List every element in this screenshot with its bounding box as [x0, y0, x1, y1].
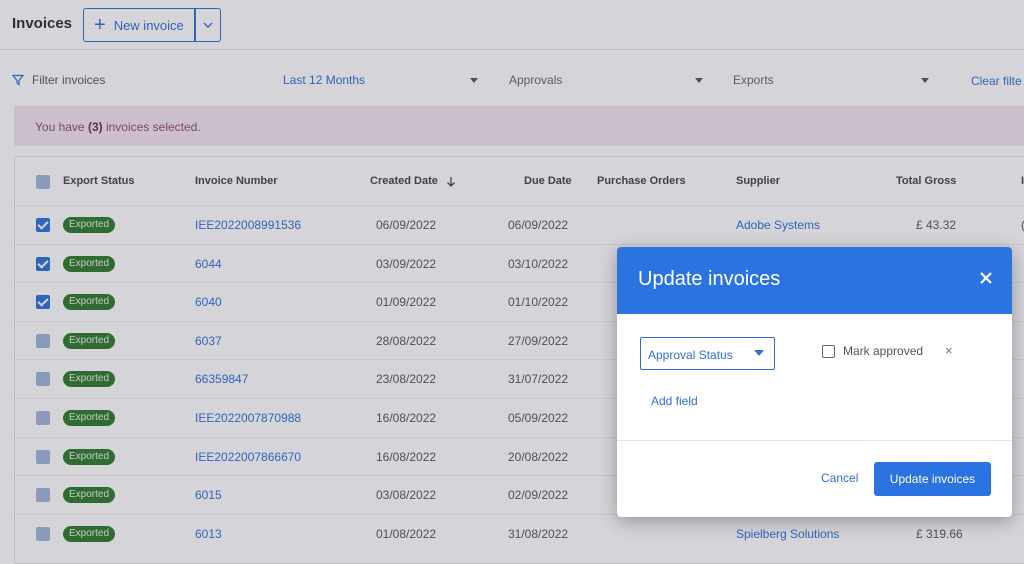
add-field-link[interactable]: Add field [651, 394, 698, 408]
dialog-header: Update invoices [617, 247, 1012, 314]
dialog-title: Update invoices [638, 268, 781, 290]
cancel-button[interactable]: Cancel [821, 471, 858, 485]
caret-down-icon [754, 350, 764, 356]
mark-approved-label[interactable]: Mark approved [843, 344, 923, 358]
mark-approved-checkbox[interactable] [822, 345, 835, 358]
field-select-value: Approval Status [648, 348, 733, 362]
remove-field-icon[interactable]: × [945, 343, 953, 358]
update-invoices-dialog: Update invoices Approval Status Mark app… [617, 247, 1012, 517]
field-select[interactable]: Approval Status [640, 337, 775, 370]
update-invoices-button[interactable]: Update invoices [874, 462, 991, 496]
dialog-divider [617, 440, 1012, 441]
close-icon[interactable] [977, 269, 995, 287]
